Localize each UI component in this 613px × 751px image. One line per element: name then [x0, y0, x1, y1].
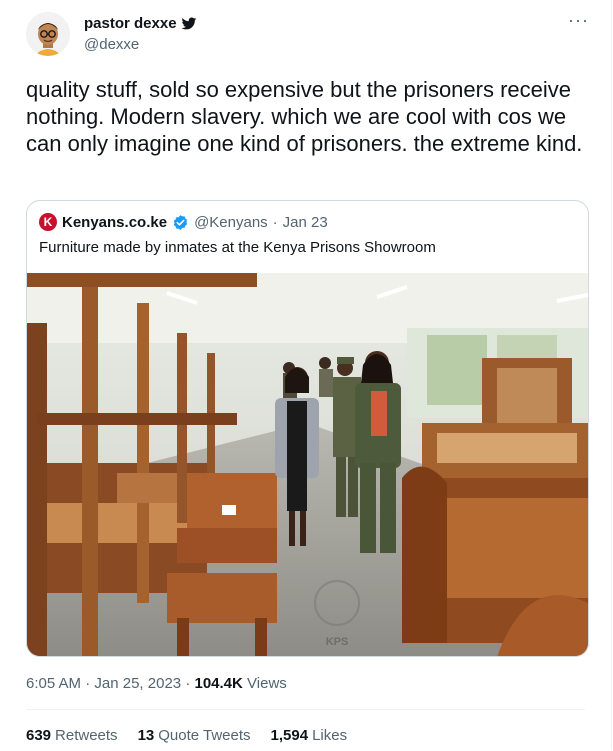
tweet-time[interactable]: 6:05 AM [26, 675, 81, 692]
divider [26, 709, 585, 710]
display-name[interactable]: pastor dexxe [84, 15, 177, 32]
twitter-bird-icon [181, 17, 196, 29]
quoted-tweet[interactable]: K Kenyans.co.ke @Kenyans · Jan 23 Furnit… [26, 200, 589, 657]
timestamp-separator: · [85, 675, 91, 692]
kenyans-logo-icon: K [39, 213, 57, 231]
quote-tweets-stat[interactable]: 13 Quote Tweets [138, 727, 251, 744]
views-label: Views [247, 675, 287, 692]
quoted-handle[interactable]: @Kenyans [194, 214, 268, 231]
quotes-count: 13 [137, 727, 155, 744]
quoted-header: K Kenyans.co.ke @Kenyans · Jan 23 [39, 213, 328, 231]
retweets-count: 639 [26, 727, 52, 744]
quoted-text: Furniture made by inmates at the Kenya P… [39, 239, 436, 256]
retweets-stat[interactable]: 639 Retweets [26, 727, 118, 744]
timestamp-separator-2: · [185, 675, 191, 692]
quoted-separator: · [272, 213, 278, 231]
more-options-button[interactable]: ··· [568, 10, 589, 31]
quoted-name[interactable]: Kenyans.co.ke [62, 214, 167, 231]
engagement-stats: 639 Retweets 13 Quote Tweets 1,594 Likes [26, 727, 347, 744]
author-name[interactable]: pastor dexxe [84, 15, 197, 32]
tweet-timestamp: 6:05 AM · Jan 25, 2023 · 104.4K Views [26, 675, 287, 692]
tweet-text: quality stuff, sold so expensive but the… [26, 77, 583, 156]
retweets-label: Retweets [55, 727, 118, 744]
verified-badge-icon [173, 214, 188, 230]
tweet-card: pastor dexxe @dexxe ··· quality stuff, s… [0, 0, 612, 750]
quotes-label: Quote Tweets [158, 727, 251, 744]
quoted-photo[interactable]: KPS [27, 273, 588, 656]
avatar[interactable] [26, 12, 70, 56]
watermark-text: KPS [326, 636, 349, 648]
likes-label: Likes [312, 727, 348, 744]
quoted-date[interactable]: Jan 23 [283, 214, 328, 231]
likes-count: 1,594 [270, 727, 309, 744]
tweet-date[interactable]: Jan 25, 2023 [94, 675, 181, 692]
author-handle[interactable]: @dexxe [84, 36, 139, 53]
views-count: 104.4K [194, 675, 243, 692]
likes-stat[interactable]: 1,594 Likes [271, 727, 348, 744]
